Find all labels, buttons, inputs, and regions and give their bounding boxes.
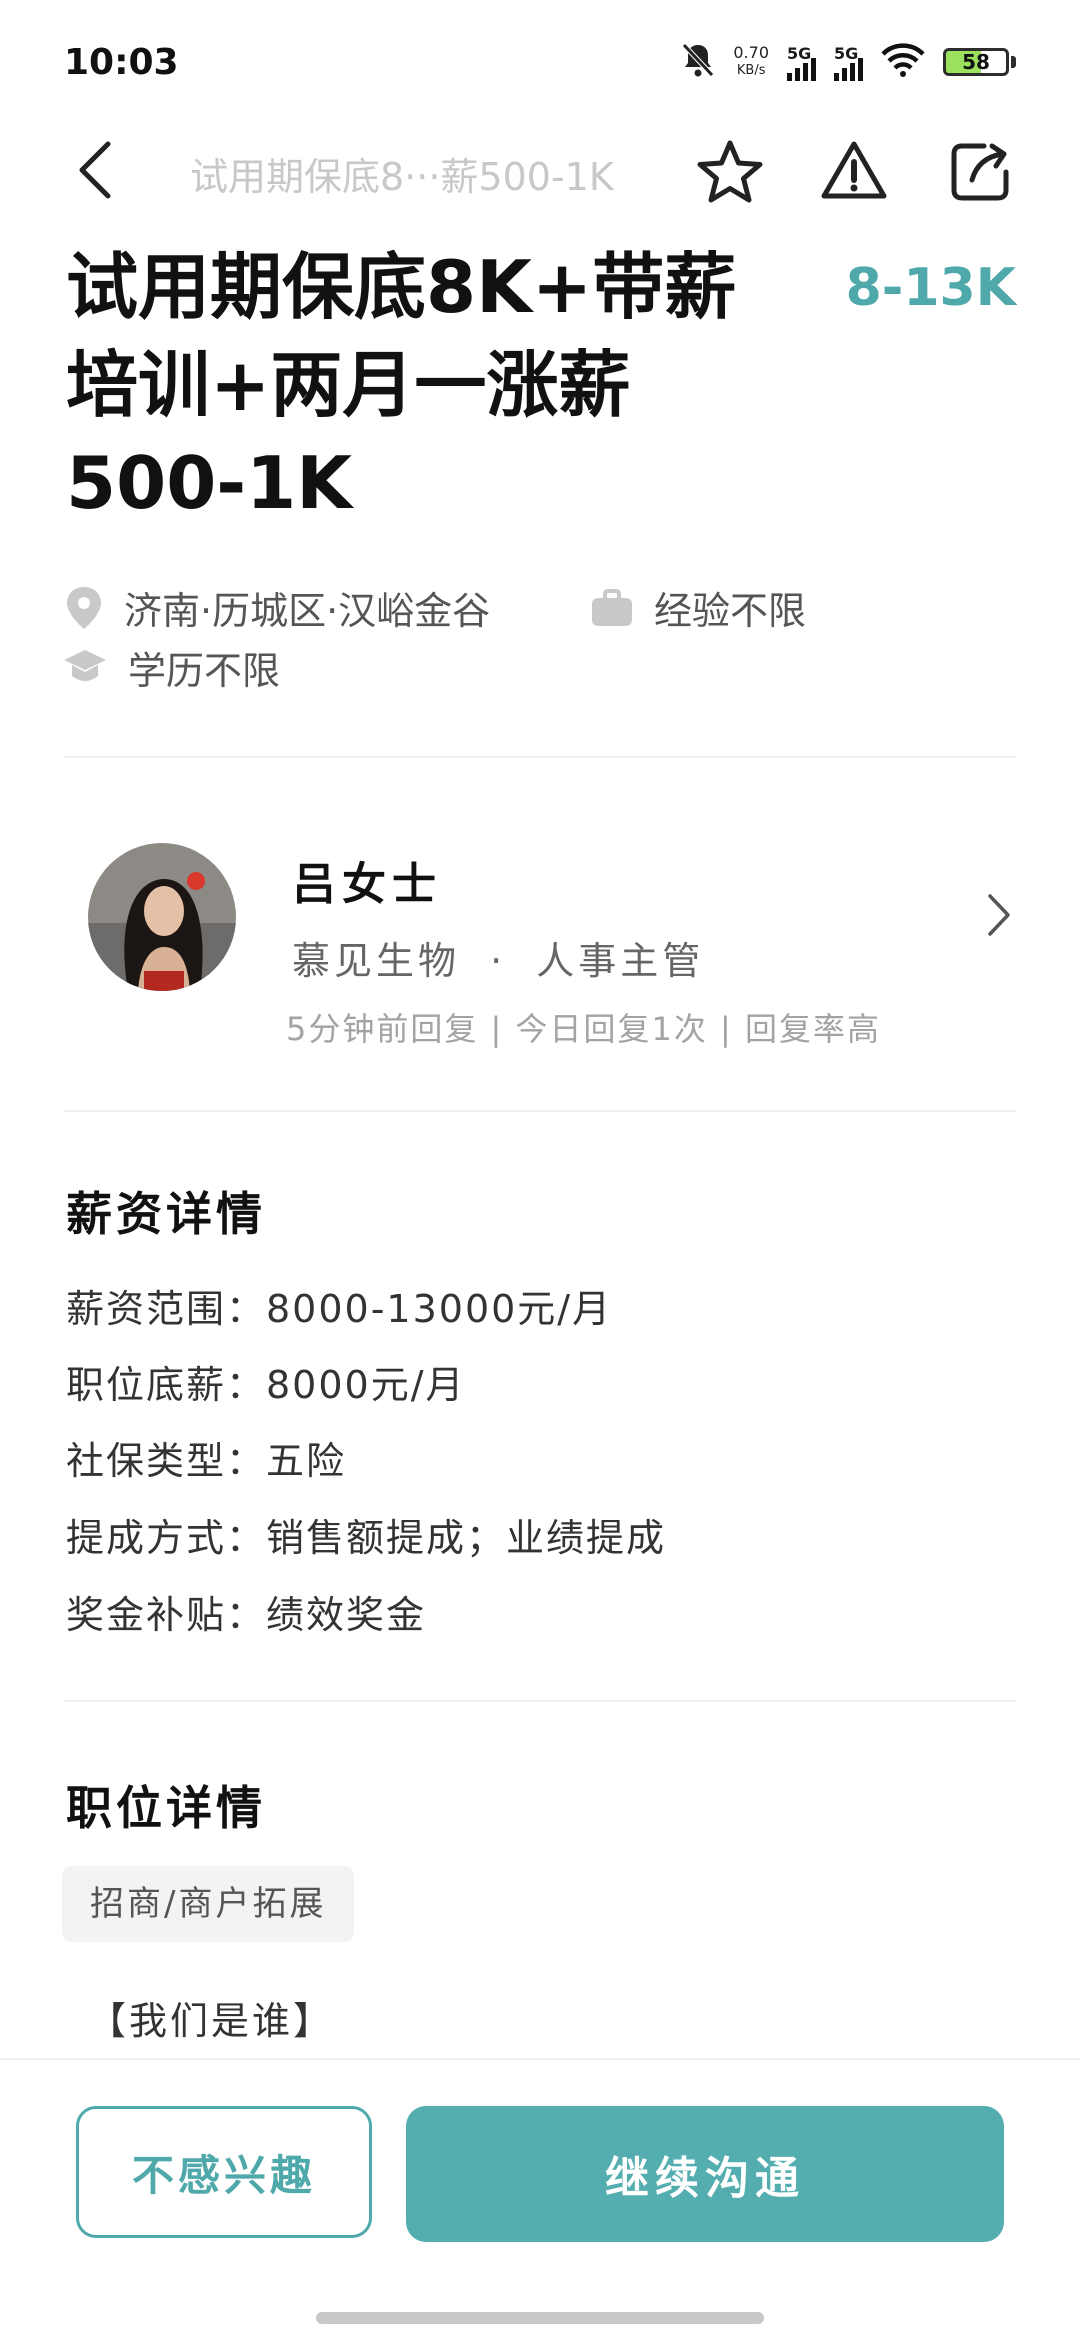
salary-detail-line: 职位底薪：8000元/月 xyxy=(66,1363,466,1407)
battery-icon: 58 xyxy=(943,48,1016,76)
speed-value: 0.70 xyxy=(733,43,769,62)
share-icon xyxy=(951,143,1009,201)
signal-label: 5G xyxy=(834,43,859,63)
header-title: 试用期保底8···薪500-1K xyxy=(190,155,614,199)
salary-section-title: 薪资详情 xyxy=(66,1187,266,1241)
job-location: 济南·历城区·汉峪金谷 xyxy=(64,580,490,635)
graduation-cap-icon xyxy=(64,649,106,681)
recruiter-detail-button[interactable] xyxy=(982,890,1016,940)
speed-unit: KB/s xyxy=(736,63,766,78)
job-description-heading: 【我们是谁】 xyxy=(88,1999,335,2043)
network-speed: 0.70 KB/s xyxy=(733,44,769,80)
not-interested-button[interactable]: 不感兴趣 xyxy=(76,2106,372,2238)
job-title-line: 试用期保底8K+带薪 xyxy=(66,245,737,329)
home-indicator[interactable] xyxy=(316,2312,764,2324)
position-section-title: 职位详情 xyxy=(66,1781,266,1835)
salary-detail-line: 薪资范围：8000-13000元/月 xyxy=(66,1287,613,1331)
recruiter-name: 吕女士 xyxy=(292,859,442,910)
wifi-icon xyxy=(881,43,925,81)
location-text: 济南·历城区·汉峪金谷 xyxy=(124,589,491,633)
divider xyxy=(64,1700,1016,1702)
status-icons: 0.70 KB/s 5G 5G 58 xyxy=(681,42,1016,82)
divider xyxy=(64,1110,1016,1112)
continue-chat-button[interactable]: 继续沟通 xyxy=(406,2106,1004,2242)
experience-text: 经验不限 xyxy=(654,589,807,633)
status-time: 10:03 xyxy=(64,42,179,83)
job-title-line: 500-1K xyxy=(66,441,353,525)
warning-icon xyxy=(821,141,887,199)
battery-level: 58 xyxy=(962,50,990,74)
job-category-tag: 招商/商户拓展 xyxy=(62,1866,355,1942)
location-pin-icon xyxy=(67,586,101,629)
salary-detail-line: 社保类型：五险 xyxy=(66,1439,347,1483)
signal-5g-2-icon: 5G xyxy=(834,44,863,81)
briefcase-icon xyxy=(592,588,632,626)
report-button[interactable] xyxy=(818,136,890,208)
signal-5g-1-icon: 5G xyxy=(787,44,816,81)
education-text: 学历不限 xyxy=(128,649,281,693)
signal-label: 5G xyxy=(787,43,812,63)
separator-dot: · xyxy=(490,939,507,983)
job-education: 学历不限 xyxy=(62,640,280,695)
job-title: 试用期保底8K+带薪 培训+两月一涨薪 500-1K xyxy=(66,238,826,532)
salary-detail-line: 提成方式：销售额提成；业绩提成 xyxy=(66,1516,667,1560)
chevron-left-icon xyxy=(79,141,111,199)
divider xyxy=(64,756,1016,758)
recruiter-role: 人事主管 xyxy=(536,939,705,983)
job-experience: 经验不限 xyxy=(590,580,806,635)
recruiter-company: 慕见生物 xyxy=(292,939,461,983)
job-title-line: 培训+两月一涨薪 xyxy=(66,343,631,427)
chevron-right-icon xyxy=(988,894,1010,936)
salary-range: 8-13K xyxy=(845,258,1016,318)
recruiter-reply-stats: 5分钟前回复 | 今日回复1次 | 回复率高 xyxy=(286,1010,881,1048)
back-button[interactable] xyxy=(70,140,126,200)
star-icon xyxy=(697,140,763,203)
share-button[interactable] xyxy=(944,136,1016,208)
recruiter-avatar[interactable] xyxy=(88,843,236,991)
recruiter-company-role: 慕见生物 · 人事主管 xyxy=(292,930,704,985)
mute-bell-icon xyxy=(681,42,715,82)
favorite-button[interactable] xyxy=(694,136,766,208)
salary-detail-line: 奖金补贴：绩效奖金 xyxy=(66,1593,427,1637)
